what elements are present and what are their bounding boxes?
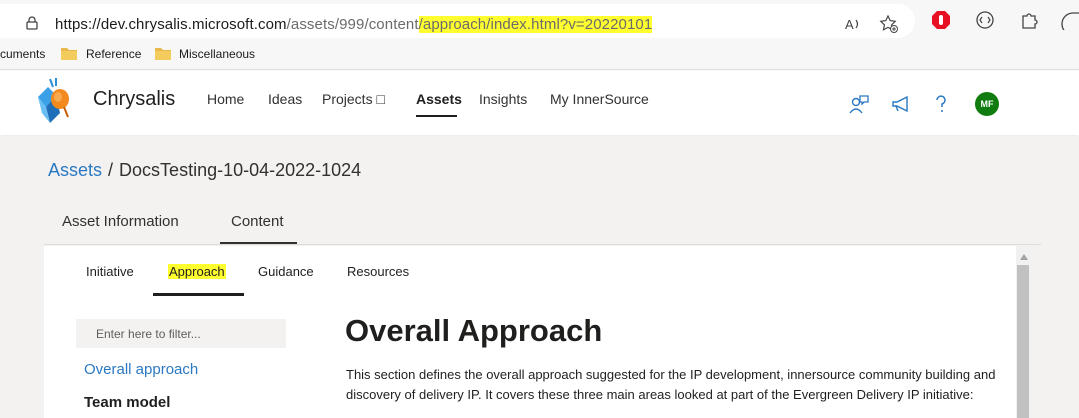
profile-icon[interactable] (1060, 10, 1079, 30)
chrysalis-logo-icon[interactable] (34, 77, 80, 129)
favorite-miscellaneous[interactable]: Miscellaneous (179, 47, 255, 61)
app-header: Chrysalis Home Ideas Projects □ Assets I… (0, 71, 1079, 135)
megaphone-icon[interactable] (890, 93, 912, 115)
feedback-person-icon[interactable] (848, 93, 870, 115)
url-path: /assets/999/content (286, 16, 419, 33)
folder-icon (155, 48, 171, 60)
help-icon[interactable] (930, 93, 952, 115)
adblock-icon[interactable] (931, 10, 951, 30)
user-avatar[interactable]: MF (975, 92, 999, 116)
favorite-reference[interactable]: Reference (86, 47, 141, 61)
content-title: Overall Approach (345, 313, 603, 348)
favorites-bar: cuments Reference Miscellaneous (0, 42, 1079, 70)
toc-item-overall-approach[interactable]: Overall approach (84, 361, 198, 378)
nav-active-indicator (416, 115, 457, 117)
svg-text:A: A (845, 17, 854, 32)
folder-icon (61, 48, 77, 60)
tab-divider (44, 244, 1041, 245)
tab-asset-information[interactable]: Asset Information (62, 213, 179, 230)
breadcrumb-assets-link[interactable]: Assets (48, 160, 102, 180)
subtab-resources[interactable]: Resources (347, 264, 409, 279)
brand-name[interactable]: Chrysalis (93, 88, 175, 111)
url-text[interactable]: https://dev.chrysalis.microsoft.com/asse… (55, 16, 653, 33)
breadcrumb: Assets / DocsTesting-10-04-2022-1024 (48, 160, 361, 181)
toc-filter-input[interactable] (76, 319, 286, 348)
breadcrumb-current: DocsTesting-10-04-2022-1024 (119, 160, 362, 180)
nav-my-innersource[interactable]: My InnerSource (550, 91, 649, 107)
extension-icon[interactable] (975, 10, 995, 30)
nav-projects[interactable]: Projects □ (322, 91, 385, 107)
favorite-documents[interactable]: cuments (0, 47, 45, 61)
lock-icon[interactable] (26, 16, 38, 30)
subtab-active-indicator (153, 293, 244, 296)
address-bar[interactable]: https://dev.chrysalis.microsoft.com/asse… (0, 4, 915, 38)
favorite-add-icon[interactable] (879, 14, 899, 34)
tab-content[interactable]: Content (231, 213, 284, 230)
nav-home[interactable]: Home (207, 91, 244, 107)
read-aloud-icon[interactable]: A (843, 14, 863, 34)
url-highlighted-path: /approach/index.html?v=20220101 (418, 16, 653, 33)
subtab-guidance[interactable]: Guidance (258, 264, 314, 279)
scroll-up-arrow-icon[interactable] (1020, 254, 1028, 260)
toc-item-team-model[interactable]: Team model (84, 394, 170, 411)
puzzle-icon[interactable] (1019, 10, 1039, 30)
browser-toolbar: https://dev.chrysalis.microsoft.com/asse… (0, 0, 1079, 42)
nav-insights[interactable]: Insights (479, 91, 527, 107)
breadcrumb-separator: / (108, 160, 114, 180)
scrollbar-thumb[interactable] (1017, 265, 1029, 418)
subtab-initiative[interactable]: Initiative (86, 264, 134, 279)
nav-ideas[interactable]: Ideas (268, 91, 302, 107)
nav-assets[interactable]: Assets (416, 91, 462, 107)
content-paragraph: This section defines the overall approac… (346, 367, 996, 402)
subtab-approach[interactable]: Approach (168, 264, 226, 279)
url-base: https://dev.chrysalis.microsoft.com (55, 16, 287, 33)
